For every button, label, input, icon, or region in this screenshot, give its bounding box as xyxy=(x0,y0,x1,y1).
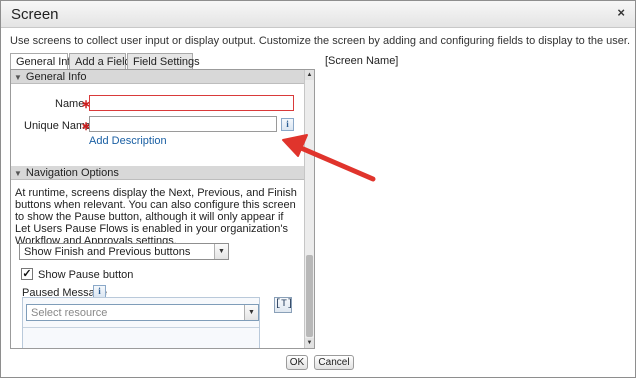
tab-add-a-field[interactable]: Add a Field xyxy=(69,53,131,69)
resource-select-placeholder: Select resource xyxy=(31,307,108,319)
collapse-triangle-icon: ▼ xyxy=(14,169,22,178)
chevron-down-icon: ▼ xyxy=(214,244,228,259)
paused-message-editor[interactable]: Select resource ▼ xyxy=(22,297,260,348)
panel-content: ▼ General Info Name ∗ Unique Name ∗ i Add… xyxy=(11,70,304,348)
dialog-titlebar: Screen × xyxy=(1,1,635,28)
editor-divider xyxy=(23,327,259,328)
insert-field-icon[interactable]: [T] xyxy=(274,297,293,313)
close-icon[interactable]: × xyxy=(617,5,625,20)
scrollbar-thumb[interactable] xyxy=(306,255,313,337)
screen-dialog: Screen × Use screens to collect user inp… xyxy=(0,0,636,378)
general-info-section-header[interactable]: ▼ General Info xyxy=(11,70,304,84)
dialog-intro: Use screens to collect user input or dis… xyxy=(10,35,631,47)
cancel-button[interactable]: Cancel xyxy=(314,355,354,370)
chevron-down-icon: ▼ xyxy=(244,305,258,320)
navigation-buttons-select-value: Show Finish and Previous buttons xyxy=(24,246,191,258)
show-pause-label: Show Pause button xyxy=(38,269,134,281)
collapse-triangle-icon: ▼ xyxy=(14,73,22,82)
navigation-options-section-header[interactable]: ▼ Navigation Options xyxy=(11,166,304,180)
tab-field-settings[interactable]: Field Settings xyxy=(127,53,200,69)
properties-panel: ▼ General Info Name ∗ Unique Name ∗ i Add… xyxy=(10,69,315,349)
resource-select[interactable]: Select resource ▼ xyxy=(26,304,259,321)
general-info-header-label: General Info xyxy=(25,71,87,83)
name-label: Name xyxy=(55,98,85,110)
add-description-link[interactable]: Add Description xyxy=(89,135,167,147)
scroll-up-icon[interactable]: ▲ xyxy=(305,70,314,80)
navigation-options-header-label: Navigation Options xyxy=(25,167,119,179)
ok-button[interactable]: OK xyxy=(286,355,308,370)
panel-scrollbar[interactable]: ▲ ▼ xyxy=(304,70,314,348)
unique-name-input[interactable] xyxy=(89,116,277,132)
navigation-description: At runtime, screens display the Next, Pr… xyxy=(15,187,297,247)
dialog-title: Screen xyxy=(11,6,59,23)
unique-name-info-icon[interactable]: i xyxy=(281,118,294,131)
tab-general-info[interactable]: General Info xyxy=(10,53,77,70)
navigation-buttons-select[interactable]: Show Finish and Previous buttons ▼ xyxy=(19,243,229,260)
scroll-down-icon[interactable]: ▼ xyxy=(305,338,314,348)
screen-name-preview: [Screen Name] xyxy=(325,55,399,67)
name-input[interactable] xyxy=(89,95,294,111)
show-pause-checkbox[interactable]: ✓ xyxy=(21,268,33,280)
